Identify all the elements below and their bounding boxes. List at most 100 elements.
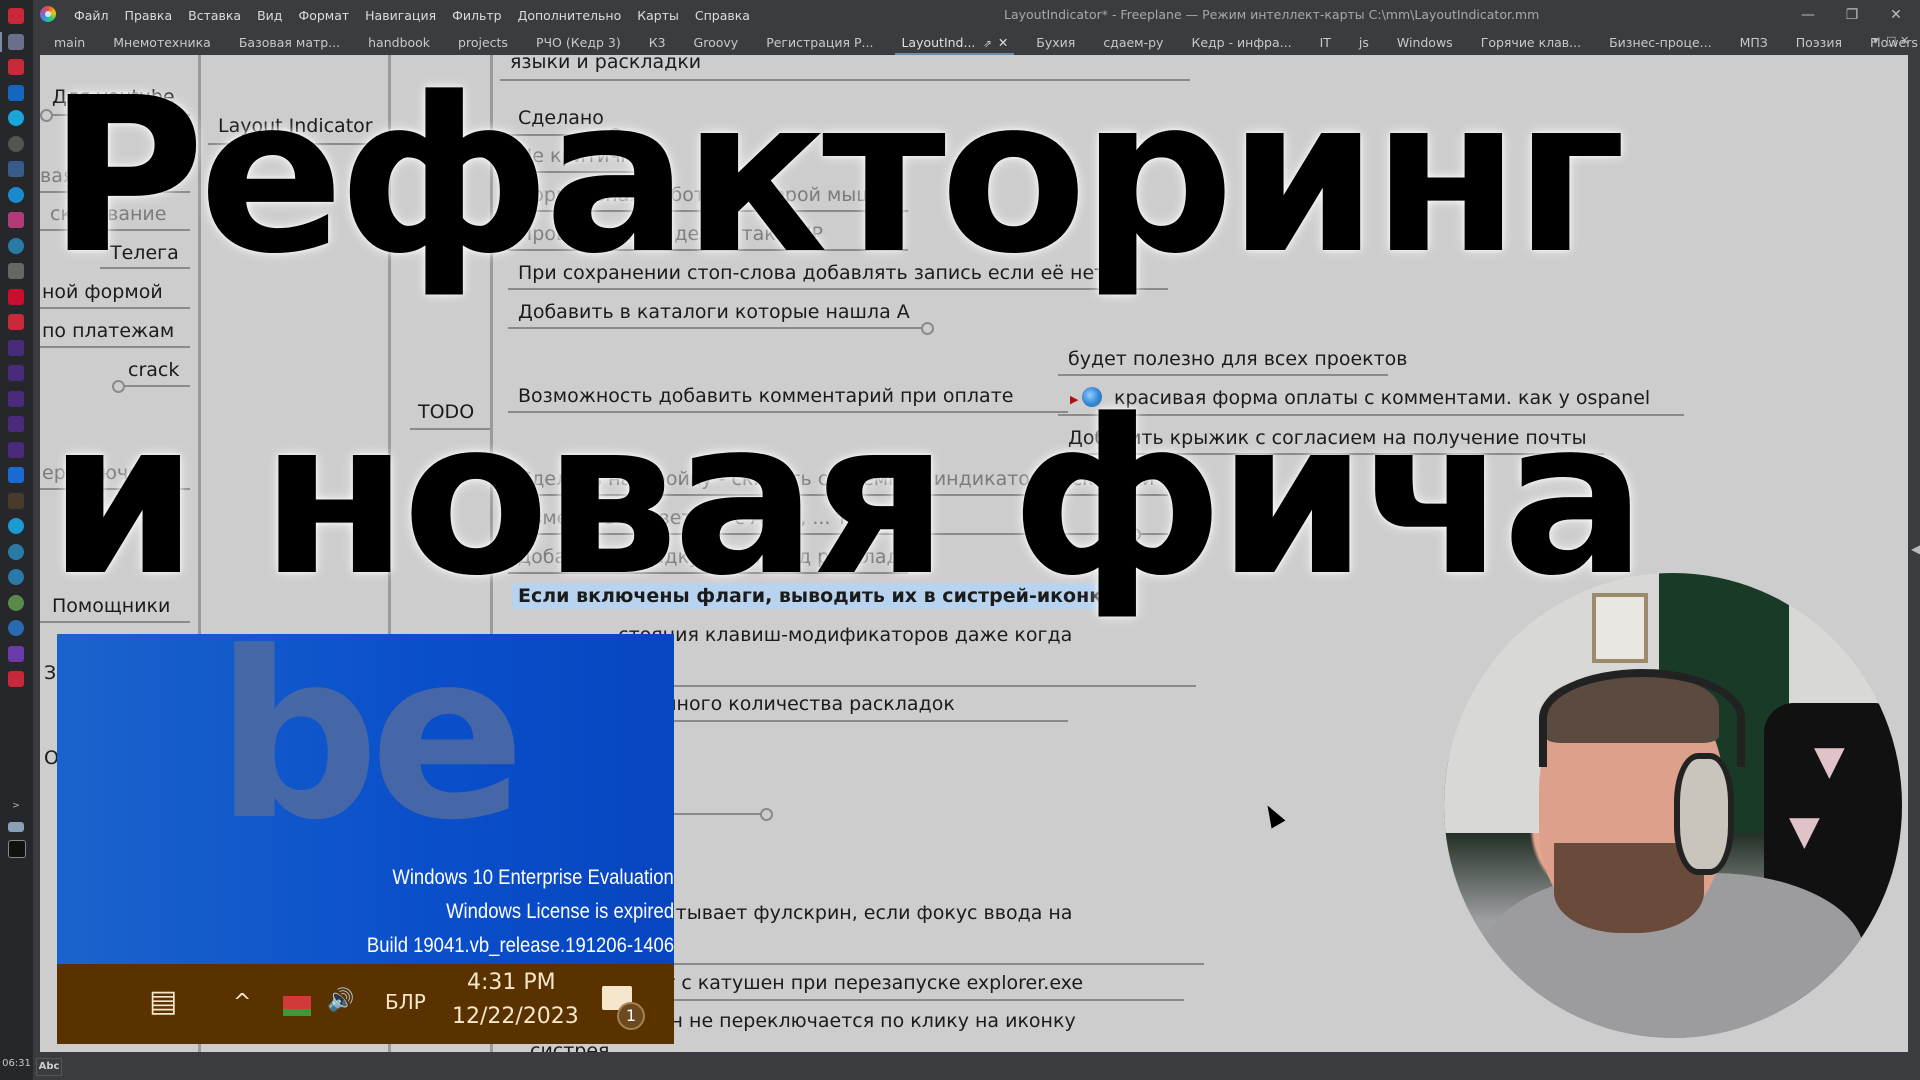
chat-icon[interactable] bbox=[8, 135, 24, 152]
tab-label: IT bbox=[1319, 35, 1331, 50]
mts-icon[interactable] bbox=[8, 288, 24, 305]
node-underline bbox=[40, 307, 190, 309]
tray-chevron-icon[interactable]: ^ bbox=[233, 990, 251, 1015]
news-icon[interactable]: ▤ bbox=[149, 984, 177, 1019]
hs-icon[interactable] bbox=[8, 594, 24, 611]
app-dock: > bbox=[0, 0, 33, 1080]
vivaldi-icon[interactable] bbox=[8, 8, 24, 24]
mindmap-node[interactable]: по платежам bbox=[42, 320, 174, 342]
windows-taskbar: ▤ ^ 🔊 БЛР 4:31 PM 12/22/2023 1 bbox=[57, 964, 674, 1044]
vivaldi-icon[interactable] bbox=[8, 314, 24, 330]
dock-expand-icon[interactable]: > bbox=[8, 798, 24, 814]
taskbar-date: 12/22/2023 bbox=[452, 1004, 579, 1029]
mindmap-node[interactable]: будет полезно для всех проектов bbox=[1068, 348, 1408, 370]
tab-label: Поэзия bbox=[1795, 35, 1842, 50]
keyboard-icon[interactable] bbox=[8, 822, 24, 832]
menu-navigation[interactable]: Навигация bbox=[365, 8, 436, 23]
tab-label: сдаем-ру bbox=[1103, 35, 1164, 50]
skype-icon[interactable] bbox=[8, 110, 24, 126]
tab-18[interactable]: МПЗ bbox=[1726, 30, 1782, 55]
phpstorm-icon[interactable] bbox=[8, 390, 24, 407]
tab-pin-icon[interactable]: ⇗ bbox=[983, 39, 991, 50]
tab-label: Кедр - инфра... bbox=[1191, 35, 1292, 50]
maximize-button[interactable]: ❐ bbox=[1830, 0, 1874, 30]
mindmap-node[interactable]: З bbox=[44, 662, 56, 684]
app-icon[interactable] bbox=[8, 543, 24, 560]
tab-label: Бизнес-проце... bbox=[1609, 35, 1712, 50]
minimize-button[interactable]: — bbox=[1786, 0, 1830, 30]
dock-clock: 06:31 bbox=[2, 1058, 31, 1069]
app-icon[interactable] bbox=[8, 569, 24, 585]
menu-insert[interactable]: Вставка bbox=[188, 8, 241, 23]
tab-label: Windows bbox=[1396, 35, 1453, 50]
phpstorm-icon[interactable] bbox=[8, 441, 24, 458]
node-underline bbox=[508, 327, 928, 329]
thunderbird-icon[interactable] bbox=[8, 620, 24, 636]
menu-format[interactable]: Формат bbox=[298, 8, 349, 23]
tab-label: Groovy bbox=[693, 35, 739, 50]
tab-label: projects bbox=[458, 35, 508, 50]
menu-edit[interactable]: Правка bbox=[125, 8, 173, 23]
vivaldi-icon[interactable] bbox=[8, 59, 24, 75]
tab-label: LayoutInd... bbox=[901, 35, 976, 50]
expand-left-icon[interactable]: ◀ bbox=[1911, 542, 1920, 556]
status-bar bbox=[33, 1052, 1920, 1080]
window-title: LayoutIndicator* - Freeplane — Режим инт… bbox=[1004, 7, 1540, 22]
tab-label: РЧО (Кедр 3) bbox=[535, 35, 621, 50]
terminal-icon[interactable] bbox=[8, 161, 24, 177]
phpstorm-icon[interactable] bbox=[8, 365, 24, 381]
visual-studio-icon[interactable] bbox=[8, 645, 24, 662]
tab-19[interactable]: Поэзия bbox=[1782, 30, 1856, 55]
phpstorm-icon[interactable] bbox=[8, 339, 24, 356]
menu-tools[interactable]: Дополнительно bbox=[518, 8, 622, 23]
freeplane-logo-icon bbox=[40, 6, 56, 22]
menu-maps[interactable]: Карты bbox=[637, 8, 679, 23]
sublime-icon[interactable] bbox=[8, 492, 24, 509]
tab-label: Регистрация Р... bbox=[766, 35, 874, 50]
menu-view[interactable]: Вид bbox=[257, 8, 282, 23]
outlook-icon[interactable] bbox=[8, 84, 24, 101]
reader-icon[interactable] bbox=[8, 467, 24, 483]
overlay-title-line1: Рефакторинг bbox=[48, 52, 1626, 301]
tab-label: МПЗ bbox=[1739, 35, 1768, 50]
tab-label: Базовая матр... bbox=[238, 35, 341, 50]
flag-icon[interactable] bbox=[8, 840, 26, 858]
right-panel-collapsed[interactable]: ◀ bbox=[1908, 55, 1920, 1052]
menu-file[interactable]: Файл bbox=[74, 8, 109, 23]
picture-frame bbox=[1592, 593, 1648, 663]
windows-license-text: Windows License is expired bbox=[445, 900, 674, 923]
tab-restore-icon[interactable]: □ bbox=[1886, 34, 1896, 47]
menu-filter[interactable]: Фильтр bbox=[452, 8, 501, 23]
menu-bar: Файл Правка Вставка Вид Формат Навигация… bbox=[74, 0, 766, 30]
headphones bbox=[1539, 669, 1745, 767]
freeplane-icon[interactable] bbox=[0, 31, 24, 52]
tab-label: К3 bbox=[648, 35, 666, 50]
mindmap-node[interactable]: Добавить в каталоги которые нашла А bbox=[518, 301, 910, 323]
language-indicator[interactable]: БЛР bbox=[385, 990, 426, 1014]
tab-close-icon[interactable]: ✕ bbox=[1900, 34, 1909, 47]
notification-count: 1 bbox=[617, 1002, 645, 1030]
tab-close-icon[interactable]: ✕ bbox=[998, 35, 1008, 50]
title-bar: Файл Правка Вставка Вид Формат Навигация… bbox=[0, 0, 1920, 30]
tab-label: js bbox=[1358, 35, 1369, 50]
speedometer-icon[interactable] bbox=[8, 263, 24, 279]
phpstorm-icon[interactable] bbox=[8, 416, 24, 432]
overlay-title-line2: и новая фича bbox=[48, 374, 1647, 623]
volume-icon[interactable]: 🔊 bbox=[327, 988, 354, 1013]
vivaldi-icon[interactable] bbox=[8, 671, 24, 687]
clock-app-icon[interactable] bbox=[8, 186, 24, 203]
taskbar-time: 4:31 PM bbox=[467, 970, 556, 995]
fold-knob[interactable] bbox=[760, 808, 773, 821]
belarus-flag-icon bbox=[283, 996, 311, 1016]
tab-label: main bbox=[54, 35, 86, 50]
tab-label: Бухия bbox=[1036, 35, 1076, 50]
menu-help[interactable]: Справка bbox=[695, 8, 750, 23]
node-underline bbox=[40, 346, 190, 348]
edge-icon[interactable] bbox=[8, 518, 24, 534]
app-icon[interactable] bbox=[8, 237, 24, 254]
fold-knob[interactable] bbox=[921, 322, 934, 335]
desktop-logo: be bbox=[215, 634, 526, 871]
intellij-icon[interactable] bbox=[8, 212, 24, 228]
tab-menu-icon[interactable]: ▾ bbox=[1873, 34, 1879, 47]
close-button[interactable]: ✕ bbox=[1874, 0, 1918, 30]
